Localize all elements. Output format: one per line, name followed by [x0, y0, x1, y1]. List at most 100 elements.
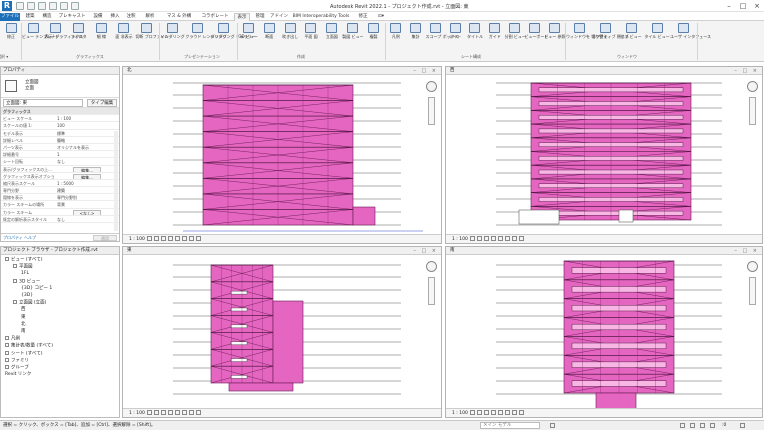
ribbon-button-5-2[interactable]: タブ ビュー	[618, 23, 644, 39]
tab-1[interactable]: 建築	[22, 13, 38, 21]
browser-item[interactable]: グループ	[5, 365, 29, 372]
show-crop-icon[interactable]	[504, 410, 510, 415]
tab-9[interactable]: コラボレート	[198, 13, 232, 21]
crop-view-icon[interactable]	[497, 410, 503, 415]
reveal-hidden-icon[interactable]	[195, 410, 201, 415]
property-row[interactable]: 既定の解析表示スタイル なし	[1, 216, 119, 223]
property-row[interactable]: 専門分野 建築	[1, 187, 119, 195]
visual-style-icon[interactable]	[476, 410, 482, 415]
steering-wheel-icon[interactable]	[747, 81, 758, 92]
ribbon-button-4-0[interactable]: 凡例	[386, 23, 406, 39]
tab-4[interactable]: 設備	[90, 13, 106, 21]
ribbon-button-4-4[interactable]: タイトル	[465, 23, 485, 39]
select-pinned-icon[interactable]	[700, 423, 705, 428]
tree-toggle-icon[interactable]	[5, 365, 9, 369]
elevation-drawing[interactable]	[446, 75, 762, 235]
tree-toggle-icon[interactable]	[13, 300, 17, 305]
visual-style-icon[interactable]	[476, 236, 482, 241]
ribbon-button-5-1[interactable]: 非アクティブ 閉じる	[592, 23, 629, 39]
sun-path-icon[interactable]	[160, 236, 166, 241]
view-window-controls[interactable]: – □ ×	[734, 247, 759, 255]
property-row[interactable]: カラー スキーム <なし>	[1, 209, 119, 216]
worksets-icon[interactable]	[550, 423, 555, 428]
tree-toggle-icon[interactable]	[13, 264, 17, 269]
tab-12[interactable]: アドイン	[270, 13, 288, 21]
navigation-bar[interactable]	[749, 97, 756, 125]
ribbon-button-5-3[interactable]: タイル ビュー	[644, 23, 670, 39]
shadows-icon[interactable]	[490, 410, 496, 415]
property-row[interactable]: 隠線を表示 専門分野別	[1, 194, 119, 202]
reveal-hidden-icon[interactable]	[518, 410, 524, 415]
view-window-0[interactable]: 北 – □ × 1 : 100	[122, 66, 442, 244]
temp-hide-icon[interactable]	[188, 236, 194, 241]
ribbon-button-1-0[interactable]: ビュー テンプレート	[22, 23, 59, 39]
reveal-hidden-icon[interactable]	[518, 236, 524, 241]
steering-wheel-icon[interactable]	[426, 261, 437, 272]
property-row[interactable]: パーツ表示 オリジナルを表示	[1, 144, 119, 152]
property-row[interactable]: ビュー スケール 1 : 100	[1, 115, 119, 123]
property-row[interactable]: カラー スキームの場所 背景	[1, 201, 119, 209]
property-row[interactable]: 縮尺表示スケール 1 : 5000	[1, 180, 119, 188]
ribbon-button-1-1[interactable]: 表示/ グラフィックス	[45, 23, 83, 39]
sun-path-icon[interactable]	[483, 410, 489, 415]
ribbon-button-0-0[interactable]: 修正	[2, 23, 20, 39]
revit-logo-icon[interactable]: R	[2, 1, 12, 11]
filter-icon[interactable]	[740, 423, 745, 428]
browser-item[interactable]: 集計表/数量 (すべて)	[5, 343, 53, 350]
view-window-3[interactable]: 南 – □ × 1 : 100	[445, 246, 763, 418]
ribbon-button-1-5[interactable]: 切断 プロファイル	[135, 23, 169, 39]
save-icon[interactable]	[27, 2, 35, 10]
ribbon-button-3-3[interactable]: 平面 図	[301, 23, 322, 39]
properties-help-link[interactable]: プロパティ ヘルプ	[3, 234, 36, 242]
view-window-controls[interactable]: – □ ×	[734, 67, 759, 75]
elevation-drawing[interactable]	[123, 255, 441, 409]
temp-hide-icon[interactable]	[511, 410, 517, 415]
property-edit-button[interactable]: 編集...	[73, 173, 101, 179]
detail-level-icon[interactable]	[469, 410, 475, 415]
select-links-icon[interactable]	[680, 423, 685, 428]
undo-icon[interactable]	[38, 2, 46, 10]
redo-icon[interactable]	[49, 2, 57, 10]
ribbon-button-2-2[interactable]: レンダリング ギャラリー	[211, 23, 256, 39]
sun-path-icon[interactable]	[483, 236, 489, 241]
view-window-1[interactable]: 西 – □ × 1 : 100	[445, 66, 763, 244]
navigation-bar[interactable]	[428, 277, 435, 305]
tree-toggle-icon[interactable]	[5, 343, 9, 348]
view-scale[interactable]: 1 : 100	[129, 411, 145, 416]
ribbon-button-1-2[interactable]: フィルタ	[67, 23, 90, 39]
print-icon[interactable]	[60, 2, 68, 10]
property-row[interactable]: モデル表示 標準	[1, 130, 119, 137]
property-row[interactable]: スケールの値 1: 100	[1, 122, 119, 130]
tab-6[interactable]: 注釈	[124, 13, 138, 21]
ribbon-button-3-0[interactable]: 3D ビュー	[238, 23, 259, 39]
ribbon-button-1-3[interactable]: 細 線	[90, 23, 113, 39]
view-scale[interactable]: 1 : 100	[129, 237, 145, 242]
ribbon-button-4-3[interactable]: シート	[445, 23, 465, 39]
browser-item[interactable]: 平面図	[13, 264, 33, 271]
browser-item[interactable]: 南	[21, 329, 26, 335]
type-selector[interactable]: 立面図 立面	[1, 75, 119, 98]
tree-toggle-icon[interactable]	[13, 278, 17, 283]
tab-7[interactable]: 解析	[140, 13, 160, 21]
tab-2[interactable]: 構造	[40, 13, 54, 21]
property-edit-button[interactable]: 編集...	[73, 166, 101, 172]
apply-button[interactable]: 適用	[93, 235, 117, 241]
browser-item[interactable]: 凡例	[5, 336, 20, 343]
navigation-bar[interactable]	[428, 97, 435, 125]
ribbon-button-4-6[interactable]: 分割 ビュー	[505, 23, 526, 39]
measure-icon[interactable]	[71, 2, 79, 10]
ribbon-button-5-4[interactable]: ユーザ インタフェース	[670, 23, 711, 39]
tree-toggle-icon[interactable]	[5, 336, 9, 341]
shadows-icon[interactable]	[490, 236, 496, 241]
view-title-bar[interactable]: 西 – □ ×	[446, 67, 762, 75]
temp-hide-icon[interactable]	[188, 410, 194, 415]
sun-path-icon[interactable]	[160, 410, 166, 415]
browser-item[interactable]: Revit リンク	[5, 372, 31, 378]
maximize-button[interactable]: □	[736, 0, 750, 12]
tab-5[interactable]: 挿入	[108, 13, 122, 21]
view-window-controls[interactable]: – □ ×	[413, 247, 438, 255]
select-by-face-icon[interactable]	[710, 423, 715, 428]
view-window-controls[interactable]: – □ ×	[413, 67, 438, 75]
browser-item[interactable]: シート (すべて)	[5, 350, 42, 358]
ribbon-button-1-4[interactable]: 面 非表示	[113, 23, 136, 39]
